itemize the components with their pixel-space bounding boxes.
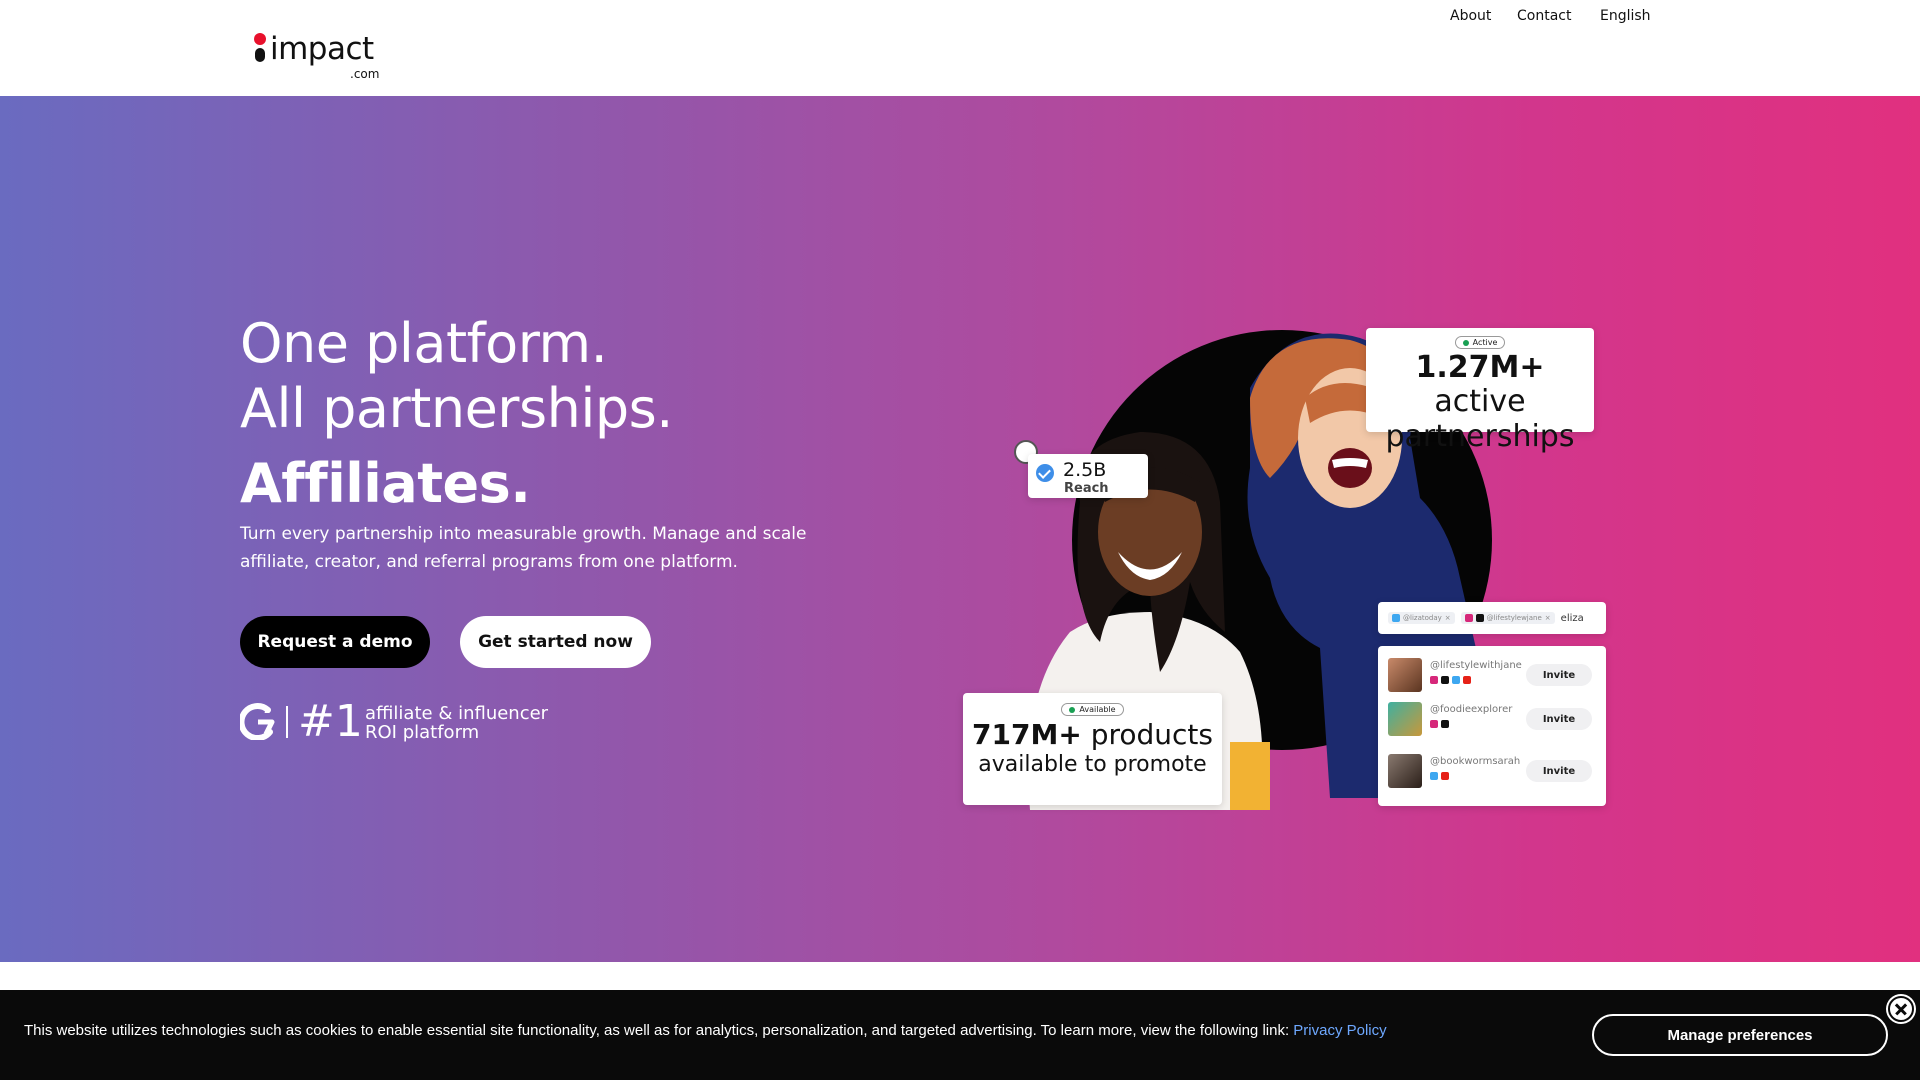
logo-com: .com (350, 67, 380, 81)
invite-button[interactable]: Invite (1526, 760, 1592, 782)
social-icons (1430, 720, 1449, 728)
reach-value: 2.5B (1063, 459, 1107, 481)
language-selector[interactable]: English (1600, 8, 1651, 24)
products-value-line: 717M+ products (963, 717, 1222, 751)
status-dot-icon (1462, 339, 1469, 346)
creator-handle: @bookwormsarah (1430, 756, 1521, 767)
instagram-icon (1430, 720, 1438, 728)
youtube-icon (1441, 772, 1449, 780)
logo-dot-icon (254, 33, 266, 45)
active-partnerships-card: Active 1.27M+ active partnerships (1366, 328, 1594, 453)
search-typed-text: eliza (1560, 612, 1584, 624)
social-icons (1430, 772, 1449, 780)
logo-dot-icon (255, 48, 265, 62)
active-value: 1.27M+ (1415, 349, 1545, 385)
creator-handle: @foodieexplorer (1430, 704, 1513, 715)
creator-handle: @lifestylewithjane (1430, 660, 1522, 671)
youtube-icon (1463, 676, 1471, 684)
status-badge: Available (1061, 703, 1124, 716)
invite-button[interactable]: Invite (1526, 708, 1592, 730)
tiktok-icon (1441, 676, 1449, 684)
status-label: Active (1472, 338, 1498, 347)
products-label1: products (1090, 717, 1213, 751)
status-label: Available (1079, 705, 1116, 714)
privacy-policy-link[interactable]: Privacy Policy (1293, 1022, 1386, 1039)
creator-row: @bookwormsarah Invite (1388, 752, 1596, 796)
avatar (1388, 754, 1422, 788)
social-icons (1430, 676, 1471, 684)
top-nav: About Contact English (0, 8, 1920, 28)
active-value-line: 1.27M+ active (1366, 349, 1594, 419)
impact-logo[interactable]: impact .com (254, 30, 384, 81)
products-label2: available to promote (978, 751, 1207, 777)
logo-word: impact (270, 31, 374, 67)
tiktok-icon (1441, 720, 1449, 728)
reach-card: 2.5B Reach (1028, 454, 1148, 498)
instagram-icon (1464, 614, 1473, 622)
cookie-text: This website utilizes technologies such … (24, 1022, 1294, 1039)
hero-illustration: Active 1.27M+ active partnerships 2.5B R… (0, 96, 1920, 962)
instagram-icon (1430, 676, 1438, 684)
tiktok-icon (1475, 614, 1484, 622)
twitter-icon (1452, 676, 1460, 684)
twitter-icon (1392, 614, 1400, 622)
cookie-message: This website utilizes technologies such … (24, 1022, 1387, 1039)
status-badge: Active (1454, 336, 1506, 349)
manage-preferences-button[interactable]: Manage preferences (1592, 1014, 1888, 1056)
creator-list-card: @lifestylewithjane Invite @foodieexplore… (1378, 646, 1606, 806)
cookie-banner: This website utilizes technologies such … (0, 990, 1920, 1080)
creator-row: @lifestylewithjane Invite (1388, 656, 1596, 700)
hero-section: One platform. All partnerships. Affiliat… (0, 96, 1920, 962)
search-chip: @lifestylewjane × (1460, 612, 1555, 624)
status-dot-icon (1069, 706, 1076, 713)
chip-label: @lifestylewjane (1486, 614, 1542, 622)
verified-check-icon (1036, 464, 1054, 482)
avatar (1388, 658, 1422, 692)
creator-search-bar: @lizatoday × @lifestylewjane × eliza (1378, 602, 1606, 634)
active-label1: active (1434, 383, 1526, 419)
twitter-icon (1430, 772, 1438, 780)
products-value: 717M+ (972, 717, 1082, 751)
content-strip (0, 962, 1920, 990)
creator-row: @foodieexplorer Invite (1388, 700, 1596, 744)
invite-button[interactable]: Invite (1526, 664, 1592, 686)
nav-link-contact[interactable]: Contact (1517, 8, 1571, 24)
close-icon[interactable] (1888, 996, 1914, 1022)
search-chip: @lizatoday × (1388, 612, 1455, 624)
products-card: Available 717M+ products available to pr… (963, 693, 1222, 805)
chip-label: @lizatoday (1403, 614, 1442, 622)
reach-label: Reach (1064, 481, 1109, 496)
avatar (1388, 702, 1422, 736)
nav-link-about[interactable]: About (1450, 8, 1491, 24)
active-label2: partnerships (1385, 418, 1575, 454)
site-header: impact .com About Contact English (0, 0, 1920, 96)
